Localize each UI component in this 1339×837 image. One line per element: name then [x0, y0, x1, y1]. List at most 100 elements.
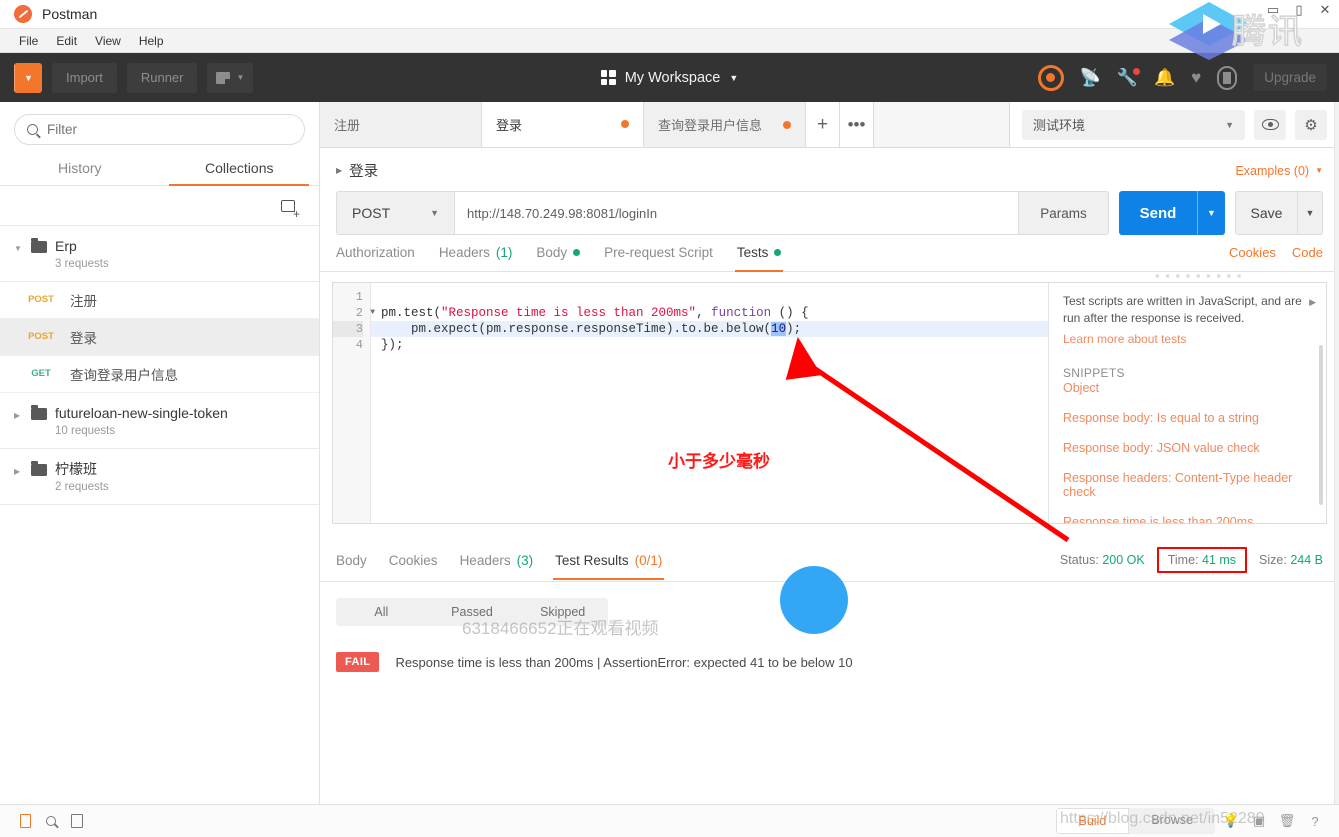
app-title: Postman — [42, 6, 98, 22]
size-meta: Size: 244 B — [1259, 553, 1323, 567]
examples-dropdown[interactable]: Examples (0) ▼ — [1235, 164, 1323, 178]
tab-body[interactable]: Body — [536, 245, 581, 271]
sidebar-toggle-icon[interactable] — [12, 814, 38, 828]
maximize-icon[interactable]: ▯ — [1291, 2, 1307, 18]
method-select[interactable]: POST ▼ — [336, 191, 454, 235]
send-button[interactable]: Send — [1119, 191, 1197, 235]
request-tab-zhuce[interactable]: 注册 — [320, 102, 482, 147]
tab-authorization[interactable]: Authorization — [336, 245, 415, 271]
new-collection-icon[interactable] — [281, 199, 300, 220]
tab-response-cookies[interactable]: Cookies — [389, 553, 438, 579]
request-tab-chaxun[interactable]: 查询登录用户信息 — [644, 102, 806, 147]
tab-count: (1) — [495, 245, 513, 260]
help-icon[interactable]: ? — [1303, 814, 1327, 829]
request-item-zhuce[interactable]: POST 注册 — [0, 282, 319, 319]
tab-response-body[interactable]: Body — [336, 553, 367, 579]
request-item-denglu[interactable]: POST 登录 — [0, 318, 319, 356]
code-content[interactable]: pm.test("Response time is less than 200m… — [371, 283, 1048, 523]
new-tab-button[interactable]: + — [806, 102, 840, 147]
tab-tests[interactable]: Tests — [734, 245, 783, 272]
battery-icon[interactable] — [1217, 65, 1238, 90]
line-number: 3 — [333, 321, 363, 337]
folder-icon — [31, 404, 47, 420]
menu-help[interactable]: Help — [130, 32, 173, 50]
chevron-down-icon: ▼ — [729, 72, 739, 83]
filter-box[interactable] — [14, 114, 305, 145]
tab-label: Authorization — [336, 245, 415, 260]
code-line-active: pm.expect(pm.response.responseTime).to.b… — [371, 321, 1048, 337]
chevron-right-icon[interactable]: ▶ — [14, 411, 23, 420]
method-label: POST — [352, 205, 391, 221]
environment-settings-button[interactable]: ⚙ — [1295, 109, 1327, 140]
chevron-right-icon[interactable]: ▶ — [1309, 297, 1316, 308]
search-icon[interactable] — [38, 816, 64, 826]
new-button[interactable]: New ▼ — [14, 62, 380, 163]
tab-response-headers[interactable]: Headers (3) — [460, 553, 534, 579]
snippet-object[interactable]: Object — [1063, 381, 1312, 395]
import-button[interactable]: Import — [52, 62, 117, 93]
menu-edit[interactable]: Edit — [47, 32, 86, 50]
sidebar-actions — [0, 186, 319, 226]
right-scroll-edge[interactable] — [1334, 102, 1339, 804]
collection-futureloan[interactable]: ▶ futureloan-new-single-token 10 request… — [0, 393, 319, 449]
layout-icon[interactable]: ▣ — [1247, 813, 1271, 829]
trash-icon[interactable]: 🗑 — [1275, 813, 1299, 829]
upgrade-button[interactable]: Upgrade — [1253, 64, 1327, 91]
tab-headers[interactable]: Headers (1) — [439, 245, 513, 271]
sidebar-tabs: History Collections — [0, 153, 319, 186]
tab-history[interactable]: History — [0, 153, 160, 185]
collection-ningmengban[interactable]: ▶ 柠檬班 2 requests — [0, 449, 319, 505]
new-window-button[interactable]: ▼ — [207, 62, 254, 93]
collection-erp[interactable]: ▼ Erp 3 requests — [0, 226, 319, 282]
chevron-right-icon[interactable]: ▶ — [14, 467, 23, 476]
fold-icon[interactable]: ▼ — [370, 305, 375, 321]
minimize-icon[interactable]: ▭ — [1265, 2, 1281, 18]
close-icon[interactable]: ✕ — [1317, 2, 1333, 18]
save-button[interactable]: Save — [1235, 191, 1297, 235]
browse-tab[interactable]: Browse — [1129, 808, 1215, 834]
send-options-caret-icon[interactable]: ▼ — [1197, 191, 1225, 235]
workspace-selector[interactable]: My Workspace ▼ — [545, 70, 795, 86]
filter-all[interactable]: All — [336, 605, 427, 619]
save-options-caret-icon[interactable]: ▼ — [1297, 191, 1323, 235]
build-tab[interactable]: Build — [1055, 808, 1130, 834]
breadcrumb[interactable]: ▶ 登录 — [336, 160, 378, 181]
snippet-item[interactable]: Response body: JSON value check — [1063, 441, 1312, 455]
runner-button[interactable]: Runner — [126, 62, 198, 93]
snippets-scrollbar[interactable] — [1319, 345, 1323, 505]
params-button[interactable]: Params — [1019, 191, 1109, 235]
window-controls[interactable]: ▭ ▯ ✕ — [1265, 2, 1333, 18]
request-tab-denglu[interactable]: 登录 — [482, 102, 644, 147]
snippet-item[interactable]: Response headers: Content-Type header ch… — [1063, 471, 1312, 499]
interceptor-icon[interactable] — [1037, 64, 1064, 91]
code-link[interactable]: Code — [1292, 245, 1323, 260]
url-input[interactable] — [454, 191, 1019, 235]
filter-skipped[interactable]: Skipped — [517, 605, 608, 619]
bell-icon[interactable]: 🔔 — [1154, 69, 1175, 86]
tab-test-results[interactable]: Test Results (0/1) — [553, 553, 665, 580]
cookies-link[interactable]: Cookies — [1229, 245, 1276, 260]
filter-passed[interactable]: Passed — [427, 605, 518, 619]
method-badge: POST — [28, 331, 54, 343]
environment-quick-look-button[interactable] — [1254, 109, 1286, 140]
tab-collections[interactable]: Collections — [160, 153, 320, 186]
heart-icon[interactable]: ♥ — [1191, 69, 1201, 86]
sync-icon[interactable]: 🔧 — [1117, 68, 1141, 86]
satellite-icon[interactable]: 📡 — [1080, 69, 1101, 86]
has-content-dot-icon — [573, 249, 581, 256]
chevron-down-icon[interactable]: ▼ — [14, 244, 23, 253]
menu-view[interactable]: View — [86, 32, 130, 50]
code-pane[interactable]: 1 2 ▼ 3 4 pm.test("Response time is less … — [333, 283, 1048, 523]
tab-options-icon[interactable]: ••• — [840, 102, 874, 147]
learn-more-link[interactable]: Learn more about tests — [1063, 332, 1312, 346]
environment-select[interactable]: 测试环境 ▼ — [1022, 109, 1245, 140]
snippet-item[interactable]: Response time is less than 200ms — [1063, 515, 1312, 523]
tab-pre-request-script[interactable]: Pre-request Script — [604, 245, 713, 271]
filter-input[interactable] — [47, 122, 292, 137]
bulb-icon[interactable]: 💡 — [1219, 813, 1243, 829]
new-dropdown-caret-icon[interactable]: ▼ — [14, 62, 42, 93]
snippet-item[interactable]: Response body: Is equal to a string — [1063, 411, 1312, 425]
request-item-chaxun[interactable]: GET 查询登录用户信息 — [0, 356, 319, 393]
console-icon[interactable] — [64, 814, 90, 828]
menu-file[interactable]: File — [10, 32, 47, 50]
